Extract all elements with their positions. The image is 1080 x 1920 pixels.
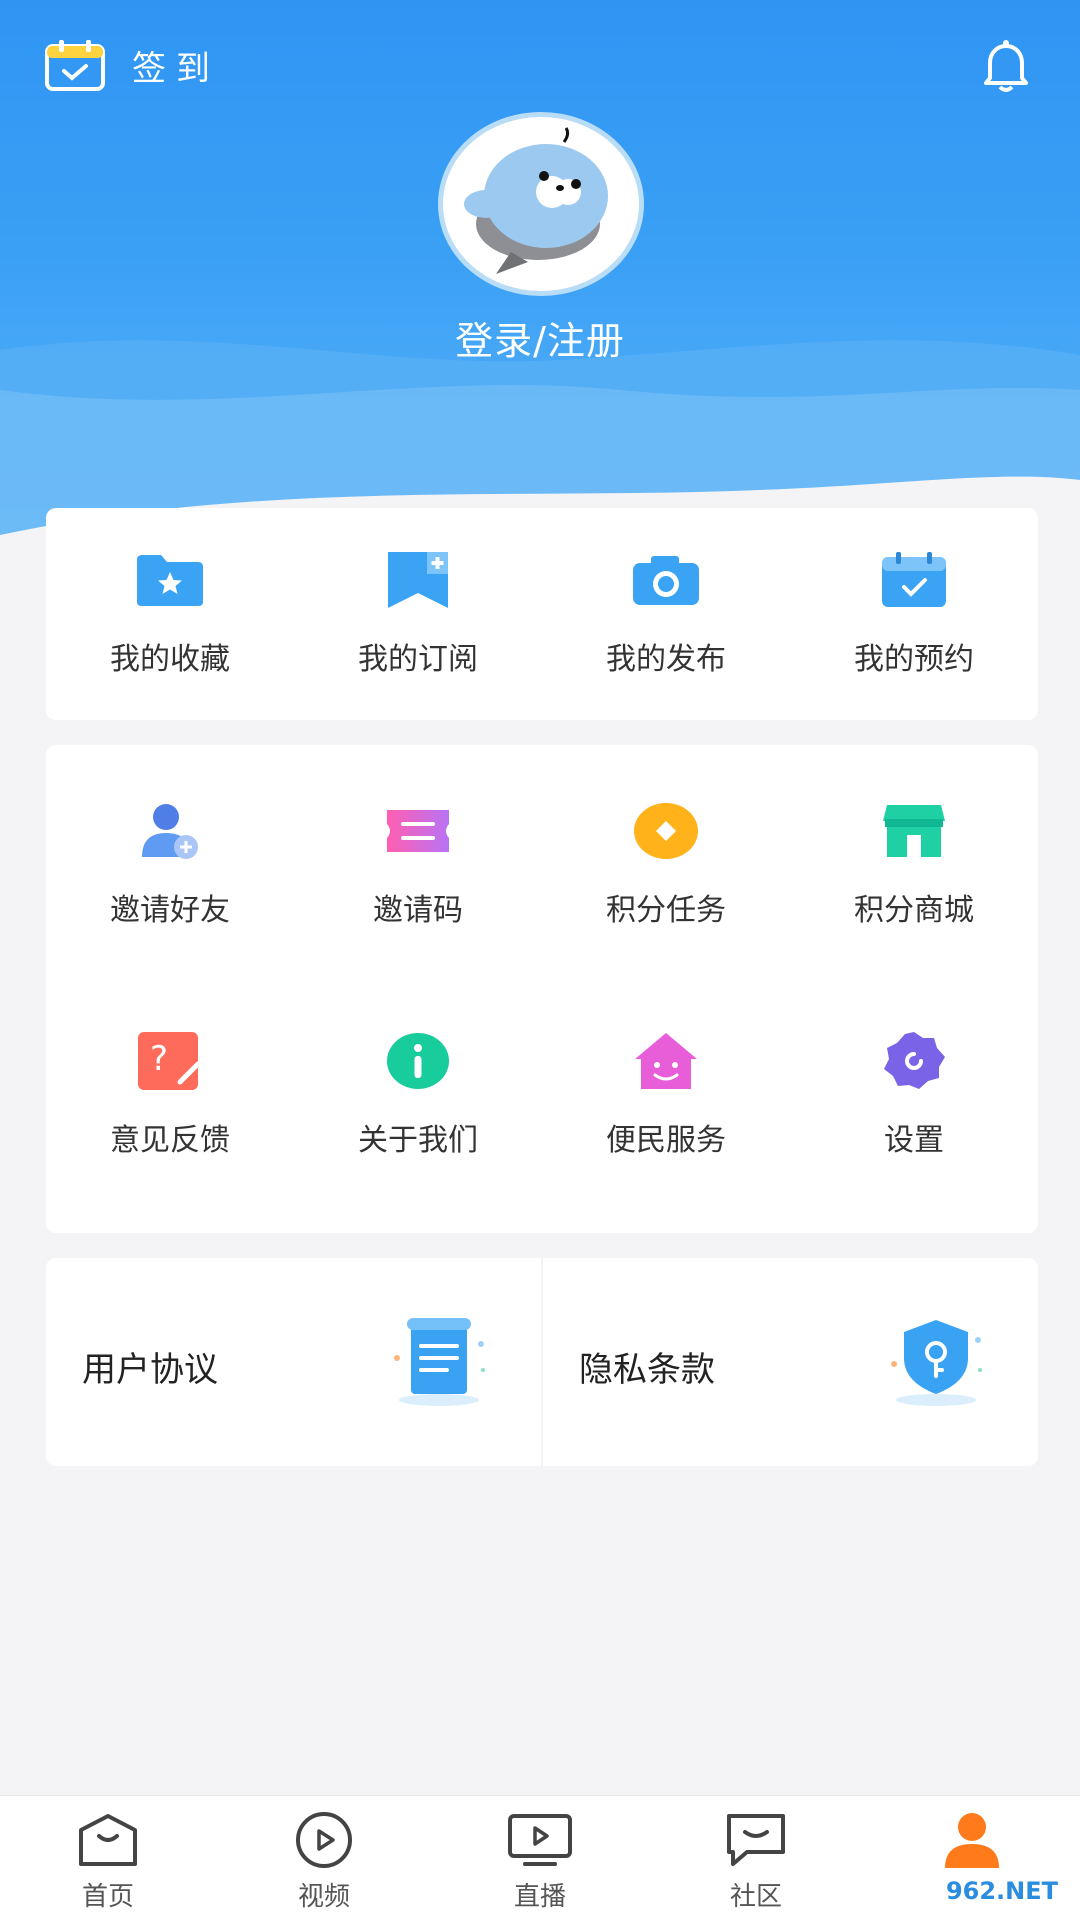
feedback-item[interactable]: ? 意见反馈: [46, 1029, 294, 1159]
user-agreement-card[interactable]: 用户协议: [46, 1258, 541, 1466]
calendar-checkin-icon: [45, 40, 105, 91]
points-tasks-item[interactable]: 积分任务: [542, 799, 790, 929]
public-services-item[interactable]: 便民服务: [542, 1029, 790, 1159]
tab-live-label: 直播: [513, 1882, 566, 1912]
seal-mascot-icon: [464, 127, 608, 274]
points-mall-label: 积分商城: [854, 893, 974, 928]
camera-icon: [629, 548, 703, 612]
tab-community-label: 社区: [729, 1882, 782, 1912]
settings-item[interactable]: 设置: [790, 1029, 1038, 1159]
my-appointments-item[interactable]: 我的预约: [790, 548, 1038, 678]
my-posts-label: 我的发布: [606, 642, 726, 677]
my-favorites-label: 我的收藏: [110, 642, 230, 677]
feedback-label: 意见反馈: [110, 1123, 230, 1158]
tab-home-label: 首页: [81, 1882, 134, 1912]
coin-icon: [629, 799, 703, 863]
favorites-folder-icon: [133, 548, 207, 612]
user-agreement-label: 用户协议: [82, 1350, 218, 1390]
ticket-icon: [381, 799, 455, 863]
tab-home[interactable]: 首页: [0, 1796, 216, 1920]
tv-live-icon: [508, 1814, 572, 1866]
home-icon: [79, 1814, 137, 1866]
bell-icon[interactable]: [976, 36, 1036, 96]
avatar[interactable]: [438, 112, 644, 296]
points-mall-item[interactable]: 积分商城: [790, 799, 1038, 929]
public-services-label: 便民服务: [606, 1123, 726, 1158]
subscription-icon: [381, 548, 455, 612]
login-register-link[interactable]: 登录/注册: [0, 310, 1080, 365]
calendar-check-icon: [877, 548, 951, 612]
store-icon: [877, 799, 951, 863]
tab-live[interactable]: 直播: [432, 1796, 648, 1920]
tab-community[interactable]: 社区: [648, 1796, 864, 1920]
watermark-logo: 962.NET: [932, 1868, 1072, 1914]
video-play-icon: [296, 1812, 352, 1868]
feedback-icon: ?: [133, 1029, 207, 1093]
about-us-item[interactable]: 关于我们: [294, 1029, 542, 1159]
privacy-policy-card[interactable]: 隐私条款: [543, 1258, 1038, 1466]
invite-friends-item[interactable]: 邀请好友: [46, 799, 294, 929]
about-us-label: 关于我们: [358, 1123, 478, 1158]
invite-friends-label: 邀请好友: [110, 893, 230, 928]
settings-gear-icon: [877, 1029, 951, 1093]
chat-bubble-icon: [727, 1814, 785, 1866]
privacy-policy-label: 隐私条款: [579, 1350, 715, 1390]
invite-code-item[interactable]: 邀请码: [294, 799, 542, 929]
my-subscriptions-item[interactable]: 我的订阅: [294, 548, 542, 678]
invite-code-label: 邀请码: [373, 893, 463, 928]
home-smile-icon: [629, 1029, 703, 1093]
document-icon: [394, 1318, 485, 1406]
my-posts-item[interactable]: 我的发布: [542, 548, 790, 678]
svg-text:?: ?: [150, 1039, 168, 1079]
checkin-button[interactable]: 签到: [44, 38, 220, 92]
info-icon: [381, 1029, 455, 1093]
tab-video[interactable]: 视频: [216, 1796, 432, 1920]
my-favorites-item[interactable]: 我的收藏: [46, 548, 294, 678]
tab-video-label: 视频: [297, 1882, 350, 1912]
checkin-label: 签到: [132, 48, 220, 89]
my-subscriptions-label: 我的订阅: [358, 642, 478, 677]
my-appointments-label: 我的预约: [854, 642, 974, 677]
shield-key-icon: [891, 1320, 982, 1406]
bottom-tab-bar: 首页 视频 直播 社区: [0, 1795, 1080, 1920]
settings-label: 设置: [884, 1123, 944, 1158]
points-tasks-label: 积分任务: [606, 893, 726, 928]
profile-person-icon: [945, 1813, 999, 1868]
profile-header: 签到 登录/注册: [0, 0, 1080, 560]
services-card: 邀请好友 邀请码 积分任务 积分商城 ? 意见反馈 关于我们 便民服务 设置: [46, 745, 1038, 1233]
invite-friend-icon: [133, 799, 207, 863]
quick-links-card: 我的收藏 我的订阅 我的发布 我的预约: [46, 508, 1038, 720]
